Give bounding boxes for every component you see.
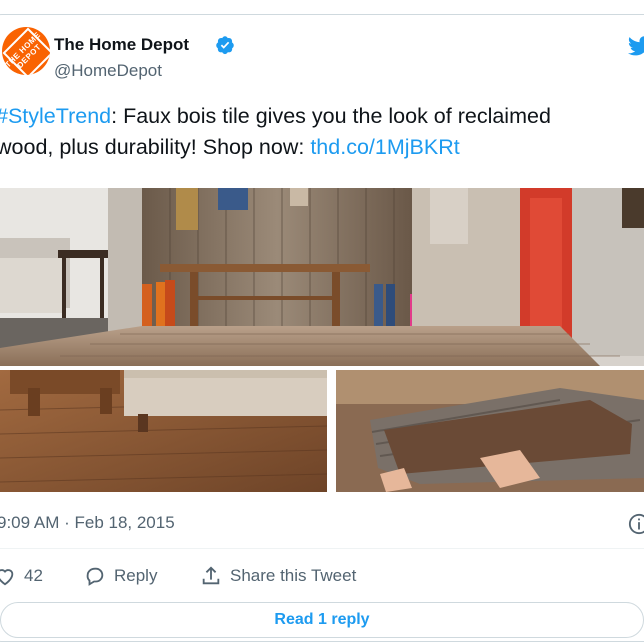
divider xyxy=(0,548,644,549)
tweet-text-part-1: : Faux bois tile gives you the look of r… xyxy=(111,104,551,128)
like-count: 42 xyxy=(24,566,43,585)
avatar[interactable]: THE HOME DEPOT xyxy=(2,27,50,75)
media-image-entryway xyxy=(0,188,644,366)
heart-icon xyxy=(0,569,14,586)
verified-badge-icon xyxy=(216,36,234,55)
reply-button[interactable]: Reply xyxy=(84,562,157,590)
read-replies-button[interactable]: Read 1 reply xyxy=(0,602,644,638)
reply-icon xyxy=(86,567,104,586)
media-image-tile-install xyxy=(336,370,644,492)
reply-label: Reply xyxy=(114,566,158,585)
author-handle[interactable]: @HomeDepot xyxy=(54,61,162,81)
like-button[interactable]: 42 xyxy=(0,562,43,590)
media-collage xyxy=(0,188,644,492)
tweet-text: #StyleTrend: Faux bois tile gives you th… xyxy=(0,101,644,163)
author-name[interactable]: The Home Depot xyxy=(54,35,189,55)
tweet-timestamp[interactable]: 9:09 AM · Feb 18, 2015 xyxy=(0,513,175,533)
shop-link[interactable]: thd.co/1MjBKRt xyxy=(310,135,459,159)
tweet-media[interactable] xyxy=(0,188,644,492)
tweet-text-part-2: wood, plus durability! Shop now: xyxy=(0,135,311,159)
share-icon xyxy=(202,566,220,585)
share-button[interactable]: Share this Tweet xyxy=(200,562,356,590)
tweet-actions: 42 Reply Share this Tweet xyxy=(0,562,644,590)
tweet-text-line-1: #StyleTrend: Faux bois tile gives you th… xyxy=(0,101,644,132)
info-icon[interactable] xyxy=(628,513,644,535)
tweet-text-line-2: wood, plus durability! Shop now: thd.co/… xyxy=(0,132,644,163)
hashtag-link[interactable]: #StyleTrend xyxy=(0,104,111,128)
twitter-bird-icon[interactable] xyxy=(628,34,644,58)
media-image-living-floor xyxy=(0,370,328,492)
share-label: Share this Tweet xyxy=(230,566,357,585)
read-replies-label: Read 1 reply xyxy=(274,611,370,628)
